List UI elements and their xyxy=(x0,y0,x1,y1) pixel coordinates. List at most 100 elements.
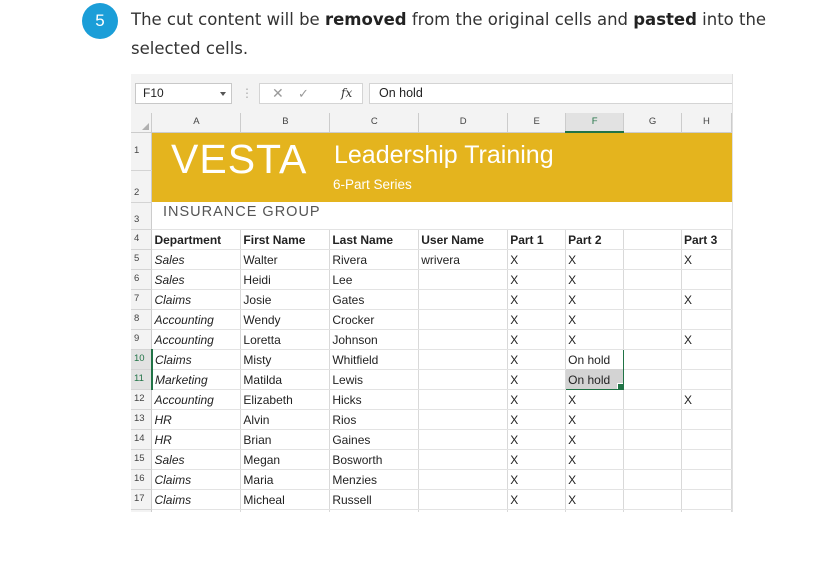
cell-part-3[interactable] xyxy=(681,489,732,510)
cell-department[interactable]: Accounting xyxy=(151,389,242,410)
cell-col-g[interactable] xyxy=(623,369,682,390)
cell-part-1[interactable]: X xyxy=(507,389,567,410)
select-all-corner[interactable] xyxy=(131,113,153,133)
cell-department[interactable]: HR xyxy=(151,409,242,430)
row-header-15[interactable]: 15 xyxy=(131,449,153,470)
cell-department[interactable]: Accounting xyxy=(151,309,242,330)
cell-part-3[interactable] xyxy=(681,269,732,290)
column-header-d[interactable]: D xyxy=(418,113,509,133)
cell-department[interactable]: Claims xyxy=(151,489,242,510)
header-part-2[interactable]: Part 2 xyxy=(565,229,625,250)
cell-department[interactable]: Sales xyxy=(151,449,242,470)
banner-cell[interactable] xyxy=(151,170,732,202)
row-header-13[interactable]: 13 xyxy=(131,409,153,430)
row-header-11[interactable]: 11 xyxy=(131,369,153,390)
cell-first-name[interactable]: Matilda xyxy=(240,369,331,390)
row-header-17[interactable]: 17 xyxy=(131,489,153,510)
cell-part-2[interactable]: X xyxy=(565,269,625,290)
formula-input[interactable]: On hold xyxy=(369,83,732,104)
cell-first-name[interactable]: Walter xyxy=(240,249,331,270)
cell-last-name[interactable]: Russell xyxy=(329,489,420,510)
row-header-5[interactable]: 5 xyxy=(131,249,153,270)
column-header-e[interactable]: E xyxy=(507,113,567,133)
cell-department[interactable]: Sales xyxy=(151,269,242,290)
column-header-a[interactable]: A xyxy=(151,113,242,133)
cell-part-3[interactable] xyxy=(681,369,732,390)
header-department[interactable]: Department xyxy=(151,229,242,250)
cell-user-name[interactable] xyxy=(418,389,509,410)
cell-user-name[interactable] xyxy=(418,429,509,450)
cell-part-2[interactable]: On hold xyxy=(565,348,625,369)
cell-part-2[interactable]: X xyxy=(565,309,625,330)
cell-user-name[interactable] xyxy=(418,449,509,470)
cell-part-2[interactable]: X xyxy=(565,489,625,510)
row-header-18[interactable]: 18 xyxy=(131,509,153,512)
cell[interactable] xyxy=(418,509,509,512)
cell-last-name[interactable]: Whitfield xyxy=(329,349,420,370)
cell-col-g[interactable] xyxy=(623,349,682,370)
cell[interactable] xyxy=(507,509,567,512)
row-header-1[interactable]: 1 xyxy=(131,132,153,171)
header-empty-g[interactable] xyxy=(623,229,682,250)
cell-part-3[interactable]: X xyxy=(681,389,732,410)
cell-last-name[interactable]: Rivera xyxy=(329,249,420,270)
row-header-8[interactable]: 8 xyxy=(131,309,153,330)
row-header-12[interactable]: 12 xyxy=(131,389,153,410)
row-header-7[interactable]: 7 xyxy=(131,289,153,310)
cell-last-name[interactable]: Johnson xyxy=(329,329,420,350)
cell-part-1[interactable]: X xyxy=(507,429,567,450)
cell-part-3[interactable] xyxy=(681,309,732,330)
cell-part-3[interactable] xyxy=(681,409,732,430)
cell[interactable] xyxy=(565,509,625,512)
cell-user-name[interactable] xyxy=(418,329,509,350)
cell[interactable] xyxy=(240,509,331,512)
cell-department[interactable]: Accounting xyxy=(151,329,242,350)
banner-cell[interactable] xyxy=(151,132,732,170)
cell-col-g[interactable] xyxy=(623,489,682,510)
row-header-10[interactable]: 10 xyxy=(131,349,153,370)
cell-user-name[interactable] xyxy=(418,269,509,290)
cell-part-3[interactable] xyxy=(681,449,732,470)
cell-user-name[interactable] xyxy=(418,469,509,490)
cell-part-1[interactable]: X xyxy=(507,349,567,370)
cell-part-2[interactable]: X xyxy=(565,389,625,410)
cell[interactable] xyxy=(681,509,732,512)
cell-last-name[interactable]: Lewis xyxy=(329,369,420,390)
header-first-name[interactable]: First Name xyxy=(240,229,331,250)
cell-part-1[interactable]: X xyxy=(507,269,567,290)
cell-part-2[interactable]: X xyxy=(565,409,625,430)
cell-first-name[interactable]: Wendy xyxy=(240,309,331,330)
cell-user-name[interactable] xyxy=(418,309,509,330)
cell-part-1[interactable]: X xyxy=(507,289,567,310)
column-header-h[interactable]: H xyxy=(681,113,732,133)
cell-part-3[interactable]: X xyxy=(681,289,732,310)
cell-last-name[interactable]: Rios xyxy=(329,409,420,430)
cell-col-g[interactable] xyxy=(623,409,682,430)
cancel-icon[interactable]: ✕ xyxy=(272,84,284,103)
cell-part-3[interactable] xyxy=(681,469,732,490)
cell[interactable] xyxy=(329,509,420,512)
cell-part-1[interactable]: X xyxy=(507,309,567,330)
header-part-3[interactable]: Part 3 xyxy=(681,229,732,250)
cell-col-g[interactable] xyxy=(623,269,682,290)
column-header-g[interactable]: G xyxy=(623,113,682,133)
cell-department[interactable]: Claims xyxy=(151,469,242,490)
cell-last-name[interactable]: Hicks xyxy=(329,389,420,410)
header-user-name[interactable]: User Name xyxy=(418,229,509,250)
cell-part-2[interactable]: X xyxy=(565,469,625,490)
row-header-9[interactable]: 9 xyxy=(131,329,153,350)
cell-department[interactable]: Claims xyxy=(151,349,242,370)
cell-part-1[interactable]: X xyxy=(507,469,567,490)
select-all-triangle-icon[interactable] xyxy=(142,122,150,130)
cell-first-name[interactable]: Maria xyxy=(240,469,331,490)
cell-user-name[interactable] xyxy=(418,409,509,430)
cell-last-name[interactable]: Lee xyxy=(329,269,420,290)
cell-first-name[interactable]: Brian xyxy=(240,429,331,450)
cell-col-g[interactable] xyxy=(623,289,682,310)
cell-part-1[interactable]: X xyxy=(507,409,567,430)
row-header-14[interactable]: 14 xyxy=(131,429,153,450)
cell-col-g[interactable] xyxy=(623,469,682,490)
row-header-4[interactable]: 4 xyxy=(131,229,153,250)
cell-department[interactable]: HR xyxy=(151,429,242,450)
cell-first-name[interactable]: Megan xyxy=(240,449,331,470)
